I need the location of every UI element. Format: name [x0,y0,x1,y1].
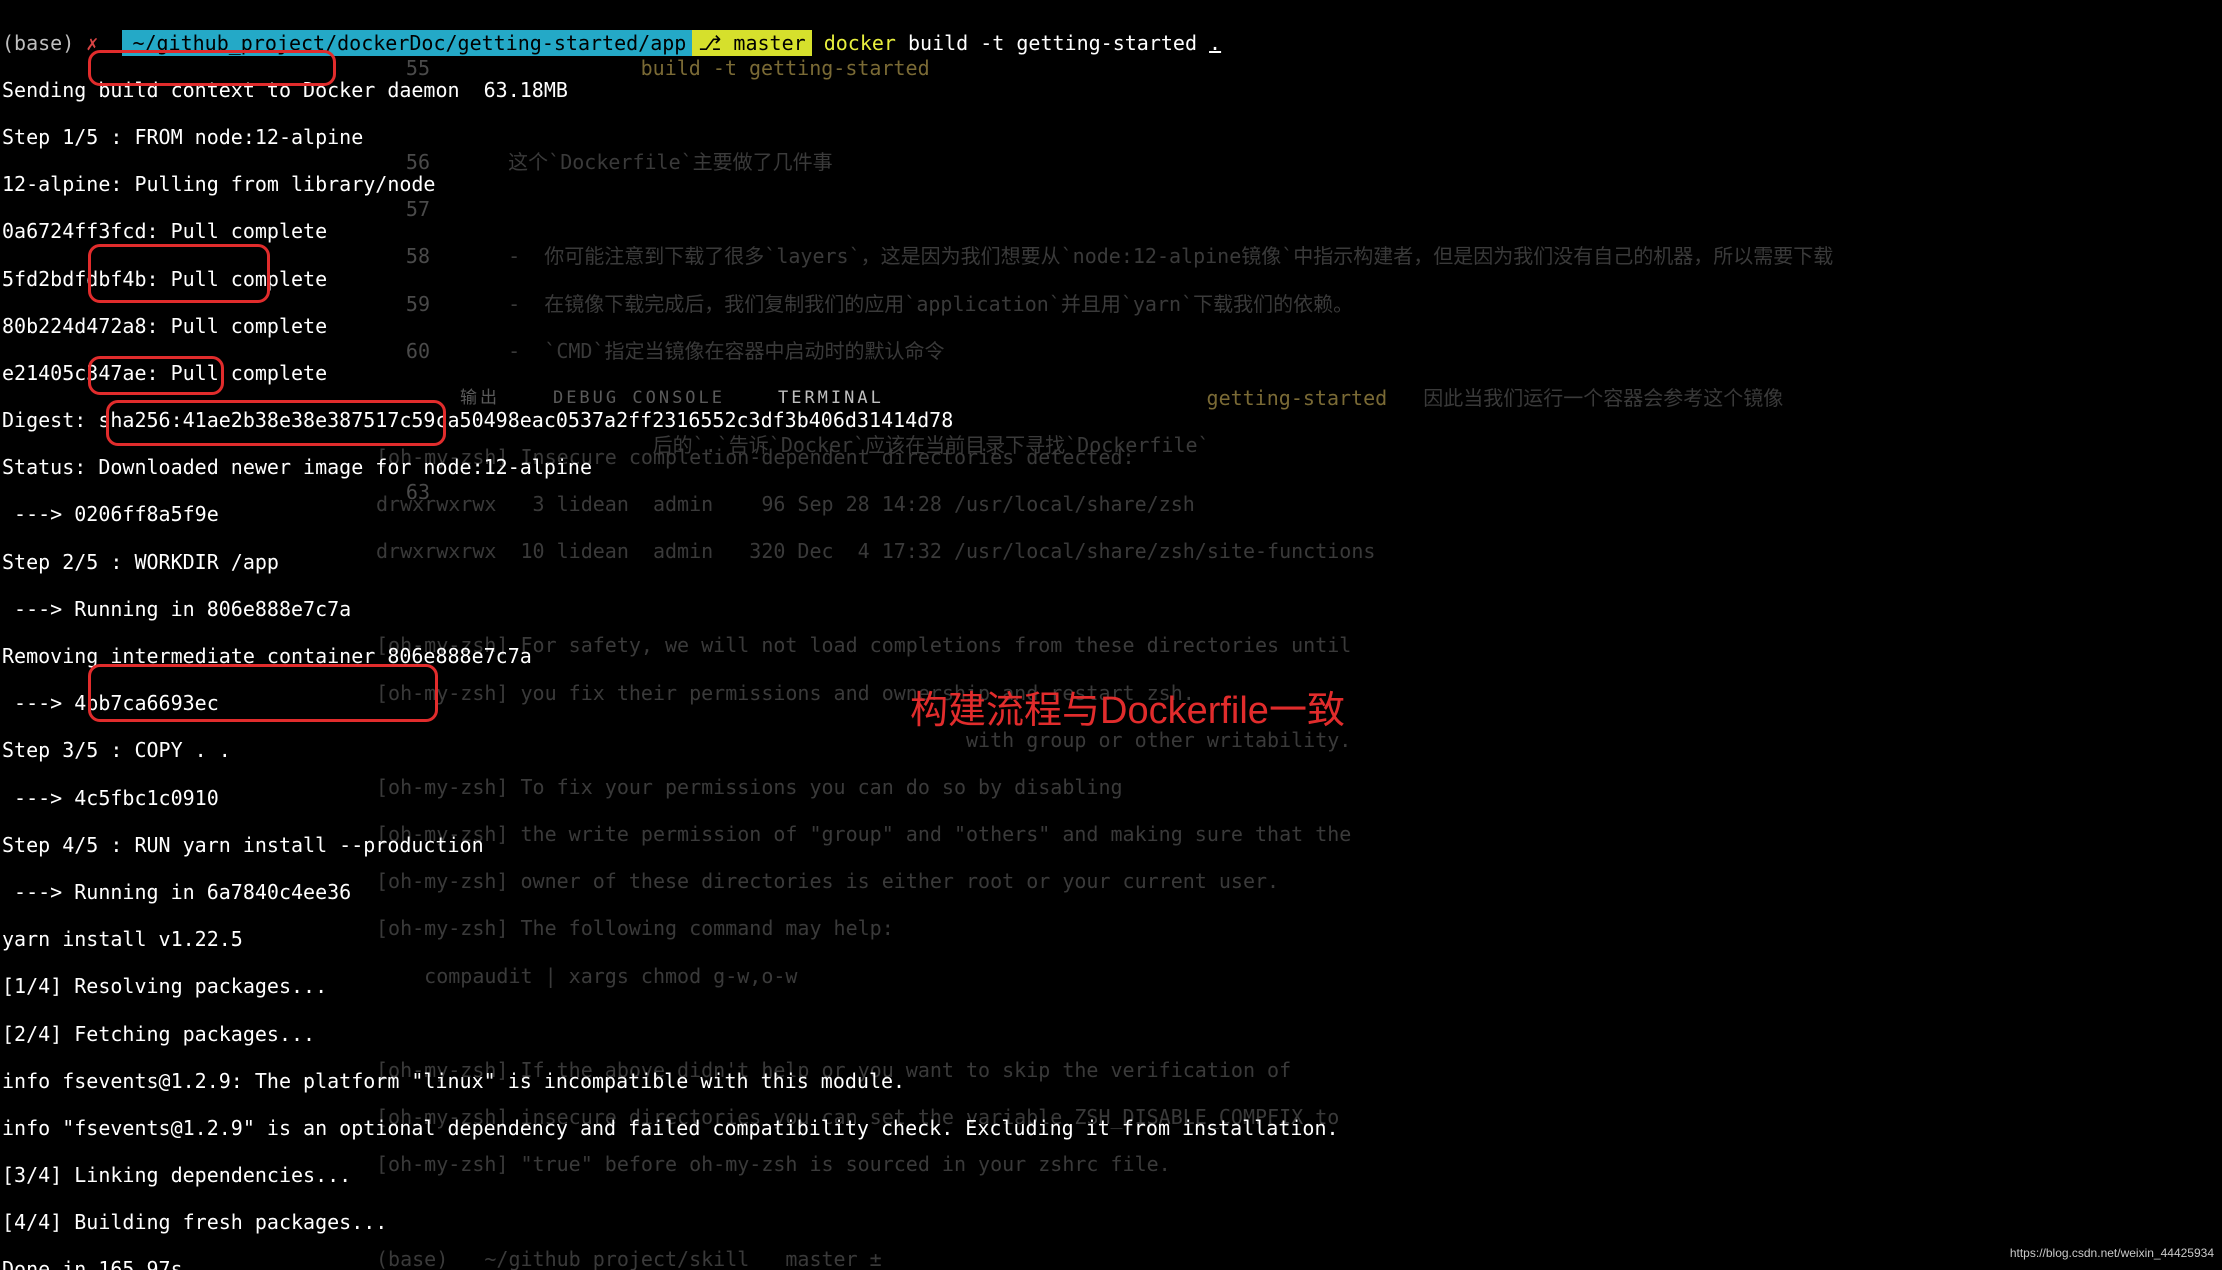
output-line: [2/4] Fetching packages... [2,1023,2222,1047]
output-line: 80b224d472a8: Pull complete [2,315,2222,339]
output-line: 5fd2bdfdbf4b: Pull complete [2,268,2222,292]
output-line: ---> 0206ff8a5f9e [2,503,2222,527]
watermark: https://blog.csdn.net/weixin_44425934 [2010,1242,2214,1266]
prompt-line[interactable]: (base) ✗ ~/github_project/dockerDoc/gett… [2,32,2222,56]
output-line: 0a6724ff3fcd: Pull complete [2,220,2222,244]
output-line: ---> 4bb7ca6693ec [2,692,2222,716]
prompt-branch: master [733,31,805,55]
cmd-keyword: docker [824,31,896,55]
cmd-rest: build -t getting-started [896,31,1209,55]
output-line: Done in 165.97s. [2,1258,2222,1270]
output-line: yarn install v1.22.5 [2,928,2222,952]
close-icon: ✗ [86,31,98,55]
output-line: [3/4] Linking dependencies... [2,1164,2222,1188]
output-step3: Step 3/5 : COPY . . [2,739,2222,763]
output-line: e21405c347ae: Pull complete [2,362,2222,386]
output-line: info "fsevents@1.2.9" is an optional dep… [2,1117,2222,1141]
output-line: Status: Downloaded newer image for node:… [2,456,2222,480]
terminal-screenshot: 55 build -t getting-started 56 这个`Docker… [0,0,2222,1270]
output-line: ---> 4c5fbc1c0910 [2,787,2222,811]
output-line: ---> Running in 6a7840c4ee36 [2,881,2222,905]
output-line: ---> Running in 806e888e7c7a [2,598,2222,622]
output-line: [1/4] Resolving packages... [2,975,2222,999]
output-line: [4/4] Building fresh packages... [2,1211,2222,1235]
output-line: 12-alpine: Pulling from library/node [2,173,2222,197]
output-step1: Step 1/5 : FROM node:12-alpine [2,126,2222,150]
output-line: Removing intermediate container 806e888e… [2,645,2222,669]
output-line: Digest: sha256:41ae2b38e38e387517c59ca50… [2,409,2222,433]
prompt-path: ~/github_project/dockerDoc/getting-start… [122,30,692,56]
output-step2: Step 2/5 : WORKDIR /app [2,551,2222,575]
cmd-dot: . [1209,31,1221,55]
output-step4: Step 4/5 : RUN yarn install --production [2,834,2222,858]
output-line: Sending build context to Docker daemon 6… [2,79,2222,103]
branch-icon: ⎇ [698,31,721,55]
prompt-env: (base) [2,31,74,55]
output-line: info fsevents@1.2.9: The platform "linux… [2,1070,2222,1094]
terminal-output[interactable]: (base) ✗ ~/github_project/dockerDoc/gett… [0,0,2222,1270]
